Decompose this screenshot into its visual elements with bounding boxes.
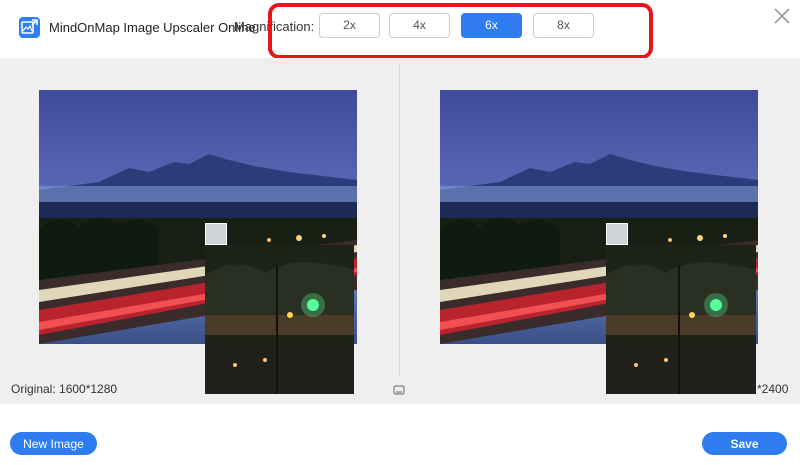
footer: New Image Save — [0, 404, 800, 465]
preview-divider — [399, 64, 400, 376]
magnification-label: Magnification: — [234, 19, 315, 34]
close-icon[interactable] — [772, 6, 792, 26]
original-resolution-text: Original: 1600*1280 — [11, 382, 118, 396]
zoom-position-marker[interactable] — [205, 223, 227, 245]
zoom-position-marker-upscaled[interactable] — [606, 223, 628, 245]
upscaled-zoom-lens — [606, 245, 756, 394]
original-zoom-lens — [205, 245, 354, 394]
save-button[interactable]: Save — [702, 432, 787, 455]
header: MindOnMap Image Upscaler Online Magnific… — [0, 0, 800, 59]
app-title: MindOnMap Image Upscaler Online — [49, 20, 256, 35]
magnification-6x-button[interactable]: 6x — [461, 13, 522, 38]
magnification-2x-button[interactable]: 2x — [319, 13, 380, 38]
magnification-4x-button[interactable]: 4x — [389, 13, 450, 38]
image-upscale-icon — [19, 17, 40, 38]
upscaler-dialog: MindOnMap Image Upscaler Online Magnific… — [0, 0, 800, 465]
magnification-8x-button[interactable]: 8x — [533, 13, 594, 38]
compare-icon[interactable] — [393, 385, 405, 395]
preview-area: Original: 1600*1280 *2400 — [0, 58, 800, 404]
new-image-button[interactable]: New Image — [10, 432, 97, 455]
output-resolution-text: *2400 — [757, 382, 789, 396]
